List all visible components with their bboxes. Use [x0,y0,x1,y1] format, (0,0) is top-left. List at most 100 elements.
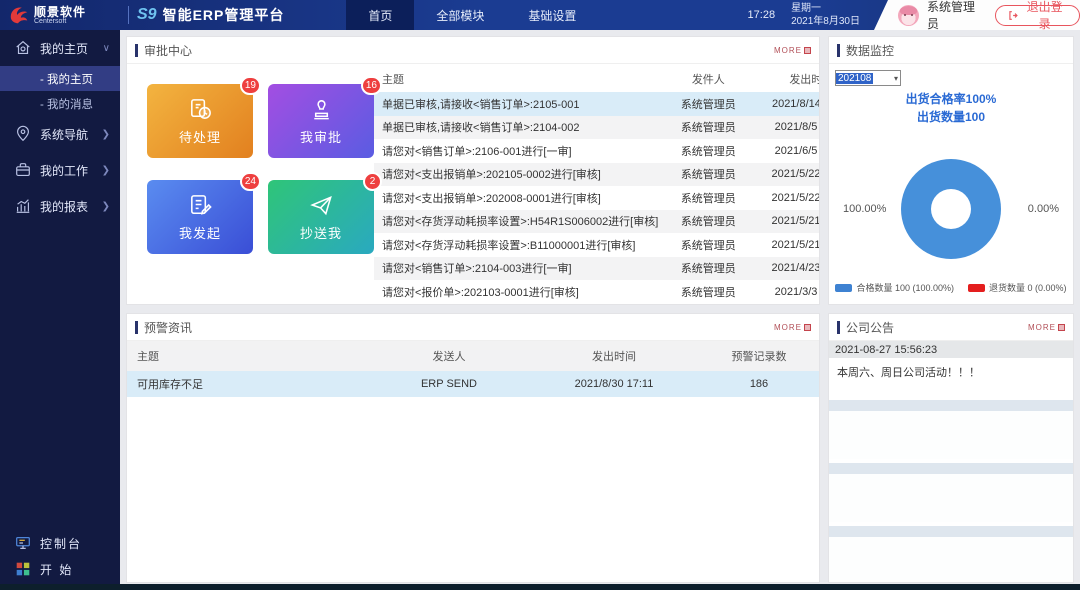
col-subject: 主题 [127,348,369,364]
announcements-title: 公司公告 [846,319,894,336]
approval-sender: 系统管理员 [658,237,758,253]
more-icon [804,47,811,54]
sidebar-bottom-开始[interactable]: 开 始 [0,556,120,582]
legend-label: 合格数量 100 (100.00%) [856,281,954,294]
announcement-separator [829,526,1073,537]
sidebar-bottom-label: 控制台 [40,535,110,552]
approval-sender: 系统管理员 [658,143,758,159]
chart-legend: 合格数量 100 (100.00%) 退货数量 0 (0.00%) [829,281,1073,294]
alerts-title: 预警资讯 [144,319,192,336]
donut-hole [931,189,971,229]
briefcase-icon [14,161,32,179]
product-title: 智能ERP管理平台 [163,5,285,25]
col-count: 预警记录数 [699,348,819,364]
tile-我发起[interactable]: 我发起24 [147,180,253,254]
sidebar-item-我的主页[interactable]: 我的主页∨ [0,30,120,66]
sidebar-menu: 我的主页∨- 我的主页- 我的消息系统导航❯我的工作❯我的报表❯ [0,30,120,224]
company-logo: 顺景软件 Centersoft [0,4,120,26]
tile-count-badge: 19 [240,76,261,95]
approval-time: 2021/3/3 12:00 [758,286,820,298]
tile-label: 我审批 [300,127,342,146]
username: 系统管理员 [927,0,983,32]
approval-row[interactable]: 请您对<存货浮动耗损率设置>:B11000001进行[审核]系统管理员2021/… [374,233,820,257]
sidebar-subitem-我的消息[interactable]: - 我的消息 [0,91,120,116]
approval-time: 2021/5/22 17:41 [758,168,820,180]
approval-row[interactable]: 请您对<销售订单>:2104-003进行[一审]系统管理员2021/4/23 1… [374,257,820,281]
logo-text-en: Centersoft [34,18,86,25]
col-time: 发出时间 [758,71,820,87]
data-monitor-header: 数据监控 [829,37,1073,64]
report-chart-icon [14,197,32,215]
announcements-header: 公司公告 MORE [829,314,1073,341]
date-block: 星期一 2021年8月30日 [791,2,860,28]
approval-row[interactable]: 请您对<支出报销单>:202008-0001进行[审核]系统管理员2021/5/… [374,186,820,210]
approval-sender: 系统管理员 [658,260,758,276]
col-sender: 发送人 [369,348,529,364]
paper-plane-icon [308,192,335,219]
approval-sender: 系统管理员 [658,190,758,206]
alert-row[interactable]: 可用库存不足ERP SEND2021/8/30 17:11186 [127,371,819,397]
approval-row[interactable]: 单据已审核,请接收<销售订单>:2104-002系统管理员2021/8/5 16… [374,116,820,140]
approval-row[interactable]: 请您对<销售订单>:2106-001进行[一审]系统管理员2021/6/5 14… [374,139,820,163]
approval-more-link[interactable]: MORE [774,46,811,55]
approval-row[interactable]: 请您对<存货浮动耗损率设置>:H54R1S006002进行[审核]系统管理员20… [374,210,820,234]
logout-button[interactable]: 退出登录 [995,5,1080,26]
approval-subject: 请您对<销售订单>:2104-003进行[一审] [374,260,658,276]
approval-center-header: 审批中心 MORE [127,37,819,64]
announcement-content[interactable]: 本周六、周日公司活动！！！ [829,358,1073,396]
legend-swatch [968,284,985,292]
approval-subject: 单据已审核,请接收<销售订单>:2105-001 [374,96,658,112]
approval-sender: 系统管理员 [658,284,758,300]
panel-accent [135,44,138,57]
alert-time: 2021/8/30 17:11 [529,378,699,390]
approval-row[interactable]: 单据已审核,请接收<销售订单>:2105-001系统管理员2021/8/14 1… [374,92,820,116]
chevron-down-icon: ∨ [103,43,110,54]
approval-subject: 请您对<支出报销单>:202105-0002进行[审核] [374,166,658,182]
approval-subject: 请您对<存货浮动耗损率设置>:H54R1S006002进行[审核] [374,213,658,229]
sidebar-item-label: 我的报表 [40,198,102,215]
chart-title-line1: 出货合格率100% [829,90,1073,108]
sidebar-bottom-控制台[interactable]: 控制台 [0,530,120,556]
chart-title: 出货合格率100% 出货数量100 [829,90,1073,126]
approval-row[interactable]: 请您对<支出报销单>:202105-0002进行[审核]系统管理员2021/5/… [374,163,820,187]
period-select[interactable]: 202108 ▾ [835,70,901,86]
sidebar-bottom: 控制台开 始 [0,530,120,590]
nav-item-全部模块[interactable]: 全部模块 [414,0,506,30]
sidebar-item-我的工作[interactable]: 我的工作❯ [0,152,120,188]
tile-我审批[interactable]: 我审批16 [268,84,374,158]
more-icon [804,324,811,331]
nav-item-基础设置[interactable]: 基础设置 [506,0,598,30]
sidebar-item-我的报表[interactable]: 我的报表❯ [0,188,120,224]
approval-sender: 系统管理员 [658,213,758,229]
period-value: 202108 [836,73,873,84]
logo-divider [128,6,129,24]
announcement-separator [829,400,1073,411]
legend-item: 合格数量 100 (100.00%) [835,281,954,294]
approval-table-header: 主题 发件人 发出时间 [374,66,820,92]
approval-row[interactable]: 请您对<报价单>:202103-0001进行[审核]系统管理员2021/3/3 … [374,280,820,304]
approval-time: 2021/5/22 16:39 [758,192,820,204]
alerts-header: 预警资讯 MORE [127,314,819,341]
legend-label: 退货数量 0 (0.00%) [989,281,1067,294]
approval-center-panel: 审批中心 MORE 待处理19我审批16我发起24抄送我2 主题 发件人 发出时… [126,36,820,305]
chevron-right-icon: ❯ [102,201,110,212]
console-icon [14,534,32,552]
doc-edit-icon [187,192,214,219]
tile-待处理[interactable]: 待处理19 [147,84,253,158]
tile-抄送我[interactable]: 抄送我2 [268,180,374,254]
nav-item-首页[interactable]: 首页 [346,0,414,30]
col-subject: 主题 [374,71,658,87]
sidebar-item-系统导航[interactable]: 系统导航❯ [0,116,120,152]
logo-swirl-icon [8,4,30,26]
col-time: 发出时间 [529,348,699,364]
avatar[interactable] [898,5,919,26]
approval-time: 2021/6/5 14:58 [758,145,820,157]
alerts-more-link[interactable]: MORE [774,323,811,332]
more-label: MORE [774,323,802,332]
bottom-taskbar-strip [0,584,1080,590]
more-label: MORE [774,46,802,55]
sidebar-subitem-我的主页[interactable]: - 我的主页 [0,66,120,91]
approval-time: 2021/5/21 16:13 [758,215,820,227]
alert-count: 186 [699,378,819,390]
announcements-more-link[interactable]: MORE [1028,323,1065,332]
